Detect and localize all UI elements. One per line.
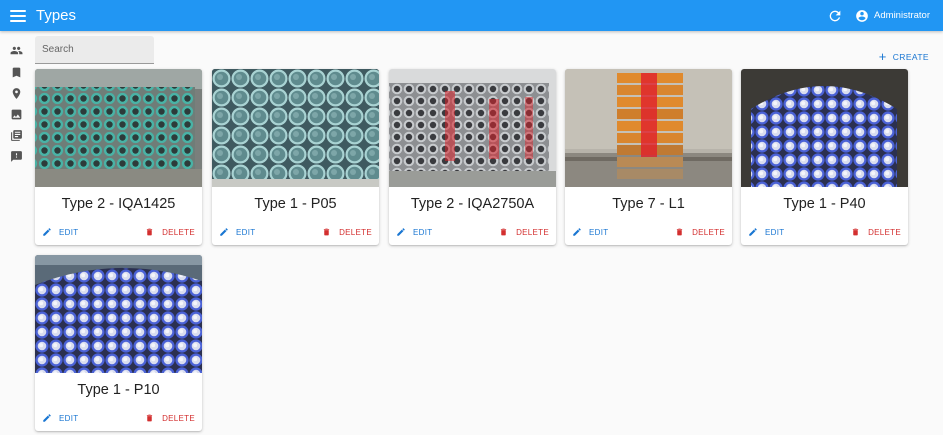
delete-button[interactable]: DELETE bbox=[675, 227, 725, 237]
delete-button[interactable]: DELETE bbox=[145, 413, 195, 423]
sidebar-item-feedback[interactable] bbox=[8, 148, 24, 164]
sidebar-item-locations[interactable] bbox=[8, 85, 24, 101]
delete-button[interactable]: DELETE bbox=[851, 227, 901, 237]
edit-label: EDIT bbox=[413, 227, 433, 237]
type-photo[interactable] bbox=[212, 69, 379, 187]
grey-red-pipes-photo bbox=[389, 69, 556, 187]
edit-button[interactable]: EDIT bbox=[396, 227, 432, 237]
type-photo[interactable] bbox=[389, 69, 556, 187]
sidebar-item-users[interactable] bbox=[8, 42, 24, 58]
edit-button[interactable]: EDIT bbox=[572, 227, 608, 237]
bookmark-icon bbox=[12, 67, 20, 77]
trash-icon bbox=[146, 228, 153, 236]
delete-button[interactable]: DELETE bbox=[322, 227, 372, 237]
sidebar-item-library[interactable] bbox=[8, 127, 24, 143]
type-card: Type 1 - P05 EDIT DELETE bbox=[212, 69, 379, 245]
sidebar bbox=[0, 31, 32, 435]
type-name: Type 7 - L1 bbox=[612, 196, 685, 212]
delete-label: DELETE bbox=[692, 227, 725, 237]
edit-button[interactable]: EDIT bbox=[42, 413, 78, 423]
trash-icon bbox=[676, 228, 683, 236]
delete-button[interactable]: DELETE bbox=[145, 227, 195, 237]
type-name: Type 1 - P40 bbox=[783, 196, 866, 212]
type-card: Type 2 - IQA2750A EDIT DELETE bbox=[389, 69, 556, 245]
delete-label: DELETE bbox=[516, 227, 549, 237]
edit-button[interactable]: EDIT bbox=[748, 227, 784, 237]
light-blue-pipes-photo bbox=[212, 69, 379, 187]
hamburger-menu-icon[interactable] bbox=[10, 9, 26, 22]
type-card: Type 1 - P10 EDIT DELETE bbox=[35, 255, 202, 431]
pencil-icon bbox=[749, 228, 757, 236]
type-name: Type 1 - P05 bbox=[254, 196, 337, 212]
type-name: Type 1 - P10 bbox=[77, 382, 160, 398]
blue-pipes-photo bbox=[741, 69, 908, 187]
pencil-icon bbox=[43, 414, 51, 422]
edit-label: EDIT bbox=[589, 227, 609, 237]
feedback-icon bbox=[10, 150, 22, 162]
teal-pipes-photo bbox=[35, 69, 202, 187]
edit-label: EDIT bbox=[59, 413, 79, 423]
user-menu-button[interactable]: Administrator bbox=[855, 9, 930, 23]
image-icon bbox=[11, 109, 21, 119]
pencil-icon bbox=[43, 228, 51, 236]
page-title: Types bbox=[36, 7, 77, 24]
delete-label: DELETE bbox=[868, 227, 901, 237]
type-photo[interactable] bbox=[741, 69, 908, 187]
type-card: Type 7 - L1 EDIT DELETE bbox=[565, 69, 732, 245]
people-icon bbox=[10, 46, 22, 54]
pencil-icon bbox=[220, 228, 228, 236]
edit-label: EDIT bbox=[59, 227, 79, 237]
edit-label: EDIT bbox=[236, 227, 256, 237]
type-card: Type 1 - P40 EDIT DELETE bbox=[741, 69, 908, 245]
type-name: Type 2 - IQA1425 bbox=[61, 196, 176, 212]
orange-red-profiles-photo bbox=[565, 69, 732, 187]
trash-icon bbox=[852, 228, 859, 236]
pencil-icon bbox=[573, 228, 581, 236]
delete-label: DELETE bbox=[339, 227, 372, 237]
blue-pipes-photo bbox=[35, 255, 202, 373]
type-photo[interactable] bbox=[35, 255, 202, 373]
plus-icon: + bbox=[878, 49, 887, 64]
delete-button[interactable]: DELETE bbox=[499, 227, 549, 237]
trash-icon bbox=[323, 228, 330, 236]
type-name: Type 2 - IQA2750A bbox=[410, 196, 535, 212]
type-card: Type 2 - IQA1425 EDIT DELETE bbox=[35, 69, 202, 245]
search-field[interactable] bbox=[35, 36, 154, 64]
account-circle-icon bbox=[856, 9, 868, 22]
type-photo[interactable] bbox=[35, 69, 202, 187]
edit-button[interactable]: EDIT bbox=[42, 227, 78, 237]
sidebar-item-bookmarks[interactable] bbox=[8, 64, 24, 80]
create-button[interactable]: + CREATE bbox=[878, 49, 929, 64]
delete-label: DELETE bbox=[162, 413, 195, 423]
search-input[interactable] bbox=[35, 36, 154, 63]
edit-button[interactable]: EDIT bbox=[219, 227, 255, 237]
user-name: Administrator bbox=[874, 10, 930, 21]
refresh-icon[interactable] bbox=[827, 8, 843, 24]
edit-label: EDIT bbox=[765, 227, 785, 237]
type-photo[interactable] bbox=[565, 69, 732, 187]
create-label: CREATE bbox=[892, 52, 929, 62]
app-bar: Types Administrator bbox=[0, 0, 943, 31]
trash-icon bbox=[146, 414, 153, 422]
library-books-icon bbox=[10, 129, 22, 141]
trash-icon bbox=[500, 228, 507, 236]
sidebar-item-images[interactable] bbox=[8, 106, 24, 122]
pencil-icon bbox=[397, 228, 405, 236]
location-pin-icon bbox=[12, 87, 20, 99]
delete-label: DELETE bbox=[162, 227, 195, 237]
